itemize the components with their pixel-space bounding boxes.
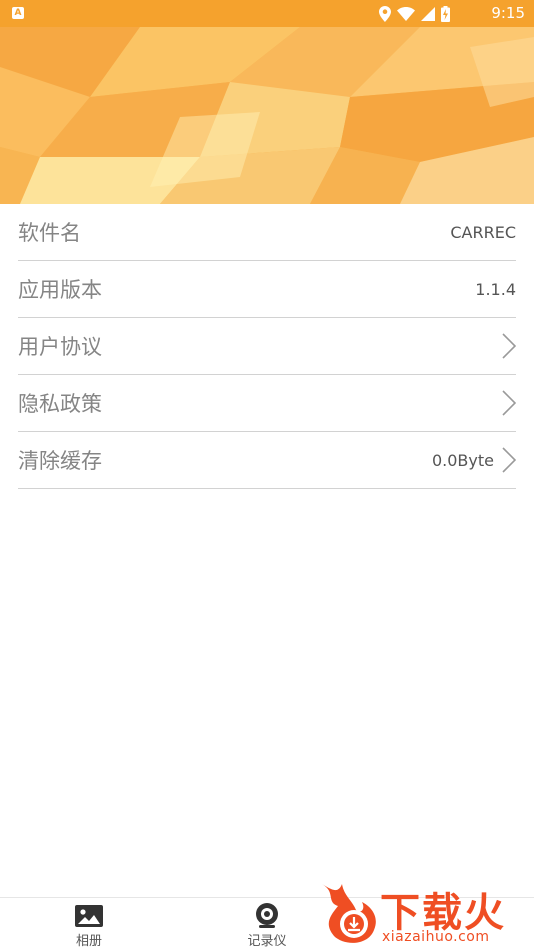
flame-logo-icon: [322, 884, 376, 943]
nav-item-recorder[interactable]: 记录仪: [227, 903, 307, 949]
settings-list: 软件名 CARREC 应用版本 1.1.4 用户协议 隐私政策 清除缓存 0.0…: [18, 204, 516, 489]
settings-row-privacy-policy[interactable]: 隐私政策: [18, 375, 516, 432]
user-agreement-label: 用户协议: [18, 335, 102, 359]
chevron-right-icon: [502, 390, 516, 416]
app-name-value: CARREC: [450, 222, 516, 242]
chevron-right-icon: [502, 447, 516, 473]
status-icons: [379, 4, 450, 24]
cache-size-value: 0.0Byte: [431, 450, 494, 470]
watermark-logo: 下载火 xiazaihuo.com: [316, 880, 532, 948]
header-banner: [0, 27, 534, 204]
clear-cache-label: 清除缓存: [18, 449, 102, 473]
app-name-label: 软件名: [18, 221, 81, 245]
app-notification-icon: A: [12, 7, 24, 19]
nav-label-recorder: 记录仪: [247, 934, 287, 949]
settings-row-app-name: 软件名 CARREC: [18, 204, 516, 261]
watermark-url: xiazaihuo.com: [382, 929, 490, 945]
wifi-icon: [397, 7, 415, 21]
battery-charging-icon: [441, 6, 450, 22]
privacy-policy-label: 隐私政策: [18, 392, 102, 416]
nav-label-album: 相册: [75, 934, 102, 949]
settings-row-user-agreement[interactable]: 用户协议: [18, 318, 516, 375]
chevron-right-icon: [502, 333, 516, 359]
status-time: 9:15: [491, 4, 525, 22]
nav-item-album[interactable]: 相册: [49, 904, 129, 949]
settings-row-app-version: 应用版本 1.1.4: [18, 261, 516, 318]
settings-row-clear-cache[interactable]: 清除缓存 0.0Byte: [18, 432, 516, 489]
app-version-value: 1.1.4: [475, 279, 516, 299]
photo-album-icon: [49, 904, 129, 928]
dashcam-icon: [227, 903, 307, 928]
status-bar: A 9:15: [0, 0, 534, 27]
location-icon: [379, 6, 391, 22]
app-version-label: 应用版本: [18, 278, 102, 302]
cell-signal-icon: [421, 7, 435, 21]
